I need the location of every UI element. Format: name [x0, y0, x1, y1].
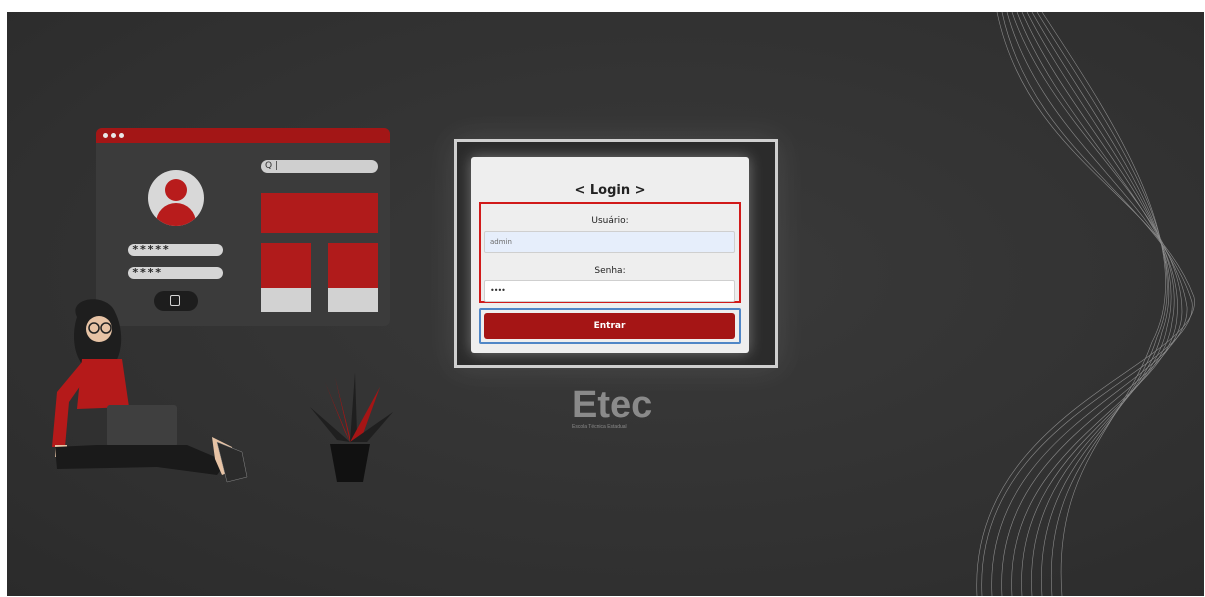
window-dot-icon	[103, 133, 108, 138]
login-title: < Login >	[574, 183, 646, 198]
etec-logo-subtitle: Escola Técnica Estadual	[572, 424, 627, 430]
login-frame: < Login > Usuário: admin Senha: •••• Ent…	[454, 139, 778, 368]
username-input[interactable]: admin	[484, 231, 735, 253]
entrar-button[interactable]: Entrar	[484, 313, 735, 339]
illustration-username-field: *****	[128, 244, 223, 256]
illustration-card-left-footer	[261, 288, 311, 312]
user-avatar-icon	[148, 170, 204, 226]
illustration-banner-block	[261, 193, 378, 233]
login-page: ***** **** Q | < Login > Usuário: admin …	[7, 12, 1204, 596]
illustration-card-right-footer	[328, 288, 378, 312]
login-card: < Login > Usuário: admin Senha: •••• Ent…	[471, 157, 749, 353]
illustration-card-right	[328, 243, 378, 288]
illustration-password-field: ****	[128, 267, 223, 279]
illustration-titlebar	[96, 128, 390, 143]
username-label: Usuário:	[591, 216, 629, 226]
window-dot-icon	[111, 133, 116, 138]
plant-illustration	[310, 372, 393, 482]
password-input[interactable]: ••••	[484, 280, 735, 302]
woman-with-laptop-illustration	[52, 299, 248, 483]
illustration-search-bar: Q |	[261, 160, 378, 173]
etec-logo: Etec	[572, 384, 653, 426]
window-dot-icon	[119, 133, 124, 138]
password-label: Senha:	[594, 266, 626, 276]
illustration-card-left	[261, 243, 311, 288]
decorative-wave-lines	[976, 12, 1195, 596]
